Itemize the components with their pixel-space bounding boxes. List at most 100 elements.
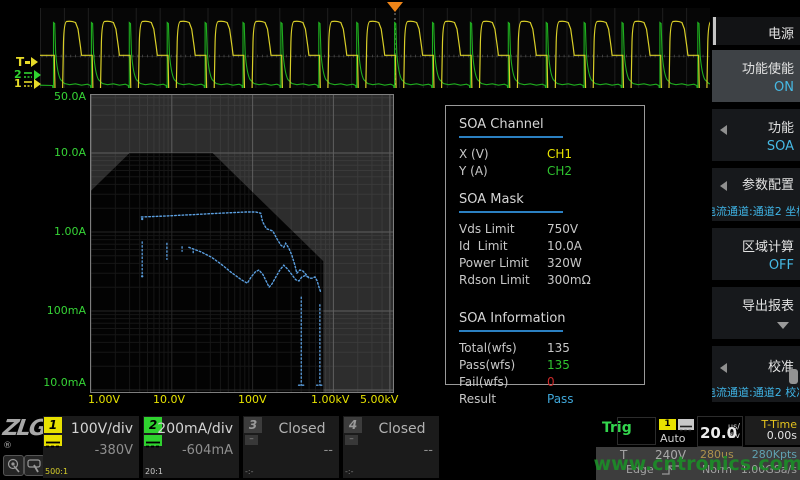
channel-offset: -- [424,443,433,458]
channel-2-block[interactable]: 2 20:1 200mA/div -604mA [143,416,239,478]
sidebar-item-label: 导出报表 [742,295,794,314]
sidebar-item-parameter-config[interactable]: 参数配置 电流通道:通道2 坐标 [712,168,800,221]
y-axis-tick: 1.00A [42,225,86,238]
soa-xy-plot [90,94,394,393]
trigger-marker-tail [25,61,30,64]
mask-row-label: Vds Limit [459,221,547,238]
y-channel-value: CH2 [547,163,572,180]
panel-section-title: SOA Channel [459,117,636,132]
channel-4-badge: 4 [344,417,362,433]
chevron-down-icon [777,322,789,329]
dc-coupling-icon [678,419,694,430]
active-indicator [713,17,716,45]
channel-scale: Closed [365,421,439,437]
x-axis-tick: 10.0V [153,393,185,406]
section-underline [459,136,563,138]
coupling-off-icon: – [245,435,258,445]
touch-icon [4,456,23,475]
dc-coupling-icon [23,71,33,79]
dc-coupling-icon [23,80,33,88]
sidebar-item-subtext: 电流通道:通道2 校准 [712,384,799,399]
y-channel-label: Y (A) [459,163,547,180]
x-axis-tick: 1.00kV [311,393,349,406]
arrow-right-icon [31,57,38,67]
mask-row-value: 750V [547,221,578,238]
arrow-right-icon [34,79,41,89]
info-row-value: 135 [547,357,570,374]
sidebar-item-export-report[interactable]: 导出报表 [712,287,800,339]
chevron-left-icon [720,181,727,191]
channel-offset: -604mA [182,443,233,458]
probe-ratio: -:- [245,467,253,476]
sidebar-item-area-calc[interactable]: 区域计算 OFF [712,228,800,280]
soa-info-panel: SOA Channel X (V)CH1 Y (A)CH2 SOA Mask V… [445,105,645,385]
sidebar-item-function-enable[interactable]: 功能使能 ON [712,50,800,102]
timebase-block[interactable]: 20.0 us/ div [697,416,743,447]
x-axis-tick: 5.00kV [360,393,398,406]
overview-strip-canvas [40,8,710,88]
sidebar-item-label: 参数配置 [742,174,794,193]
channel-3-block[interactable]: 3 – -:- Closed -- [243,416,339,478]
swipe-icon [25,456,44,475]
t-time-value: 0.00s [767,429,797,442]
trigger-level-marker[interactable]: T [16,57,38,67]
mask-row-label: Id Limit [459,238,547,255]
probe-ratio: 20:1 [145,467,163,476]
mask-row-value: 10.0A [547,238,582,255]
chevron-left-icon [720,363,727,373]
channel-scale: Closed [265,421,339,437]
logo-text: ZLG [1,416,47,441]
section-underline [459,330,563,332]
channel-4-block[interactable]: 4 – -:- Closed -- [343,416,439,478]
probe-ratio: 500:1 [45,467,68,476]
channel-1-block[interactable]: 1 500:1 100V/div -380V [43,416,139,478]
channel-offset: -380V [95,443,133,458]
sidebar-item-value: ON [774,80,794,95]
coupling-off-icon: – [345,435,358,445]
sidebar-item-label: 区域计算 [742,236,794,255]
info-row-label: Pass(wfs) [459,357,547,374]
probe-ratio: -:- [345,467,353,476]
sidebar-item-label: 电源 [768,23,794,42]
section-underline [459,211,563,213]
info-row-label: Result [459,391,547,408]
info-row-label: Total(wfs) [459,340,547,357]
x-channel-label: X (V) [459,146,547,163]
channel-scale: 200mA/div [157,421,233,437]
sidebar-scrollbar-thumb[interactable] [789,369,798,384]
registered-mark: ® [3,441,12,451]
trigger-mode: Auto [660,432,686,445]
channel-scale: 100V/div [71,421,133,437]
sidebar-item-value: OFF [769,258,794,273]
trigger-label: Trig [602,420,632,436]
mask-row-value: 320W [547,255,582,272]
mask-row-value: 300mΩ [547,272,591,289]
y-axis-tick: 10.0A [42,146,86,159]
sidebar-item-power[interactable]: 电源 [712,17,800,45]
info-row-value: Pass [547,391,574,408]
touch-gesture-button[interactable] [3,455,24,476]
swipe-gesture-button[interactable] [24,455,45,476]
y-axis-tick: 10.0mA [42,376,86,389]
trigger-status-block[interactable]: Trig 1 Auto [598,416,694,445]
sidebar-item-function[interactable]: 功能 SOA [712,109,800,161]
y-axis-tick: 50.0A [42,90,86,103]
x-axis-tick: 1.00V [88,393,120,406]
sidebar-item-calibration[interactable]: 校准 电流通道:通道2 校准 [712,346,800,402]
sidebar-item-value: SOA [767,139,794,154]
x-axis-tick: 100V [238,393,267,406]
sidebar-item-label: 功能使能 [742,58,794,77]
trigger-source-badge: 1 [659,419,676,430]
trigger-marker-label: T [16,57,24,67]
dc-coupling-icon [44,435,62,446]
channel-offset: -- [324,443,333,458]
chevron-left-icon [720,125,727,135]
ch1-marker-label: 1 [14,79,22,89]
watermark: www.cntronics.com [596,447,800,480]
ch1-position-marker[interactable]: 1 [14,79,41,89]
info-row-value: 135 [547,340,570,357]
timebase-unit: us/ div [728,422,740,440]
trigger-position-marker-icon[interactable] [387,2,403,12]
panel-section-title: SOA Mask [459,192,636,207]
sidebar-item-label: 功能 [768,117,794,136]
